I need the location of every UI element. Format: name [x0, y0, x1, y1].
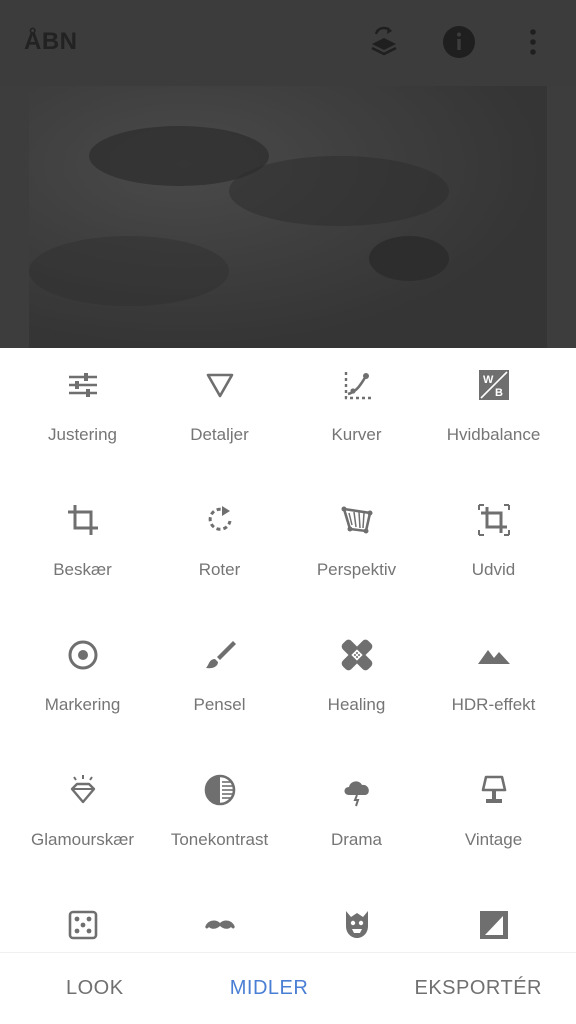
lamp-icon — [481, 775, 506, 803]
tab-export[interactable]: EKSPORTÉR — [415, 977, 543, 1000]
tool-healing[interactable]: Healing — [288, 618, 425, 753]
tool-hdr-effekt[interactable]: HDR-effekt — [425, 618, 562, 753]
tool-udvid[interactable]: Udvid — [425, 483, 562, 618]
top-bar: ÅBN — [0, 0, 576, 90]
tool-label: Perspektiv — [316, 560, 397, 579]
tool-label: Drama — [330, 830, 382, 849]
brush-icon — [205, 641, 236, 669]
stack-swap-icon[interactable] — [366, 24, 402, 60]
expand-icon — [477, 504, 510, 536]
tool-grainy[interactable] — [288, 888, 425, 952]
sliders-icon — [68, 373, 97, 397]
tool-kurver[interactable]: Kurver — [288, 348, 425, 483]
open-button[interactable]: ÅBN — [24, 28, 78, 56]
tool-grunge[interactable] — [14, 888, 151, 952]
tool-detaljer[interactable]: Detaljer — [151, 348, 288, 483]
tool-label: Tonekontrast — [170, 830, 269, 849]
curves-icon — [344, 372, 371, 400]
tool-tonekontrast[interactable]: Tonekontrast — [151, 753, 288, 888]
tool-hvidbalance[interactable]: W B Hvidbalance — [425, 348, 562, 483]
tool-perspektiv[interactable]: Perspektiv — [288, 483, 425, 618]
tool-label: Beskær — [53, 560, 112, 579]
tool-label: Pensel — [193, 695, 246, 714]
tools-sheet: Justering Detaljer Kurver W B Hvidbalanc… — [0, 348, 576, 952]
monster-icon — [345, 911, 368, 938]
svg-text:B: B — [495, 387, 503, 399]
perspective-icon — [341, 506, 372, 534]
frame-icon — [479, 911, 508, 939]
svg-text:W: W — [483, 374, 494, 386]
tool-frame[interactable] — [425, 888, 562, 952]
tool-pensel[interactable]: Pensel — [151, 618, 288, 753]
tool-label: Markering — [44, 695, 121, 714]
tool-justering[interactable]: Justering — [14, 348, 151, 483]
tool-label: Healing — [327, 695, 386, 714]
dice-icon — [68, 910, 97, 940]
tab-tools[interactable]: MIDLER — [230, 977, 309, 1000]
tool-label: Glamourskær — [31, 830, 134, 849]
tab-look[interactable]: LOOK — [66, 977, 124, 1000]
more-vert-icon[interactable] — [515, 24, 551, 60]
rotate-icon — [208, 506, 231, 531]
white-balance-icon: W B — [478, 370, 509, 400]
photo-preview-area — [0, 86, 576, 348]
mustache-icon — [204, 920, 235, 929]
triangle-icon — [206, 373, 233, 398]
tool-label: HDR-effekt — [451, 695, 536, 714]
tool-label: Hvidbalance — [446, 425, 541, 444]
crop-icon — [67, 505, 98, 535]
tool-label: Detaljer — [190, 425, 249, 444]
bandage-icon — [341, 639, 372, 671]
tools-grid: Justering Detaljer Kurver W B Hvidbalanc… — [0, 348, 576, 952]
tool-label: Justering — [48, 425, 117, 444]
target-icon — [68, 640, 97, 670]
tool-beskaer[interactable]: Beskær — [14, 483, 151, 618]
photo-image — [29, 86, 547, 348]
tool-drama[interactable]: Drama — [288, 753, 425, 888]
tool-label: Udvid — [471, 560, 516, 579]
tool-markering[interactable]: Markering — [14, 618, 151, 753]
tonal-contrast-icon — [204, 774, 235, 806]
tool-vintage[interactable]: Vintage — [425, 753, 562, 888]
tool-retro[interactable] — [151, 888, 288, 952]
tool-label: Roter — [198, 560, 241, 579]
bottom-nav: LOOK MIDLER EKSPORTÉR — [0, 952, 576, 1024]
tool-roter[interactable]: Roter — [151, 483, 288, 618]
info-icon[interactable] — [441, 24, 477, 60]
tool-label: Vintage — [464, 830, 523, 849]
tool-label: Kurver — [331, 425, 382, 444]
storm-cloud-icon — [344, 781, 369, 807]
tool-glamourskaer[interactable]: Glamourskær — [14, 753, 151, 888]
diamond-icon — [70, 775, 95, 804]
mountains-icon — [477, 650, 510, 664]
